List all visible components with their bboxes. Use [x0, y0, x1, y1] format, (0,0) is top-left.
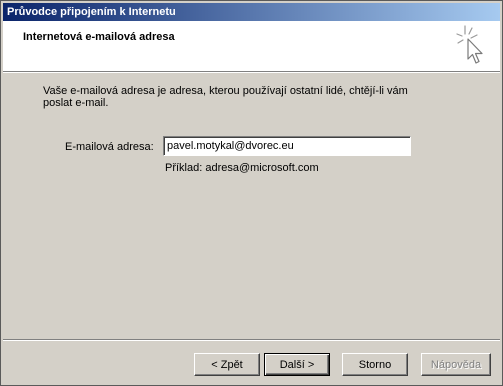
page-title: Internetová e-mailová adresa	[23, 31, 175, 43]
header-divider	[3, 71, 500, 73]
cancel-button[interactable]: Storno	[342, 353, 408, 376]
email-label-text: E-mailová adresa:	[65, 141, 154, 153]
footer-divider	[3, 339, 500, 341]
description-text: Vaše e-mailová adresa je adresa, kterou …	[43, 85, 408, 109]
example-text: Příklad: adresa@microsoft.com	[165, 162, 319, 174]
window-title: Průvodce připojením k Internetu	[7, 6, 176, 18]
next-button[interactable]: Další >	[264, 353, 330, 376]
window-titlebar[interactable]: Průvodce připojením k Internetu	[3, 3, 500, 21]
wizard-window: Průvodce připojením k Internetu Internet…	[0, 0, 503, 386]
wizard-header: Internetová e-mailová adresa	[3, 21, 500, 71]
email-field[interactable]	[163, 136, 411, 156]
back-button[interactable]: < Zpět	[194, 353, 260, 376]
wizard-sparkle-cursor-icon	[456, 25, 483, 64]
email-label: E-mailová adresa:	[65, 141, 154, 153]
help-button[interactable]: Nápověda	[421, 353, 491, 376]
